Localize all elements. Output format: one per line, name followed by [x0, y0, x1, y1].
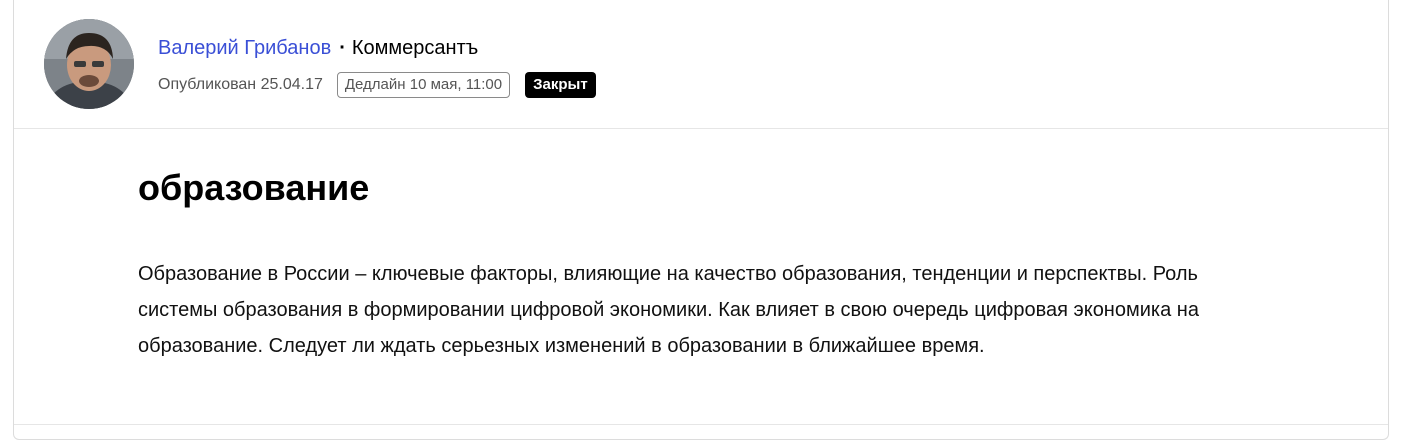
divider: [14, 424, 1388, 425]
author-name-link[interactable]: Валерий Грибанов: [158, 37, 331, 59]
author-line: Валерий Грибанов · Коммерсантъ: [158, 34, 478, 62]
published-date: Опубликован 25.04.17: [158, 76, 323, 93]
deadline-badge: Дедлайн 10 мая, 11:00: [336, 72, 511, 98]
request-card: Валерий Грибанов · Коммерсантъ Опубликован…: [13, 0, 1389, 440]
status-badge: Закрыт: [525, 72, 596, 98]
author-avatar[interactable]: [44, 19, 134, 109]
meta-line: Опубликован 25.04.17 Дедлайн 10 мая, 11:…: [158, 71, 596, 99]
post-title: образование: [138, 167, 370, 208]
publication-name[interactable]: Коммерсантъ: [352, 37, 478, 59]
avatar-photo: [44, 19, 134, 109]
post-description: Образование в России – ключевые факторы,…: [138, 263, 1199, 357]
card-header: Валерий Грибанов · Коммерсантъ Опубликован…: [14, 0, 1388, 129]
separator-dot: ·: [339, 37, 346, 59]
